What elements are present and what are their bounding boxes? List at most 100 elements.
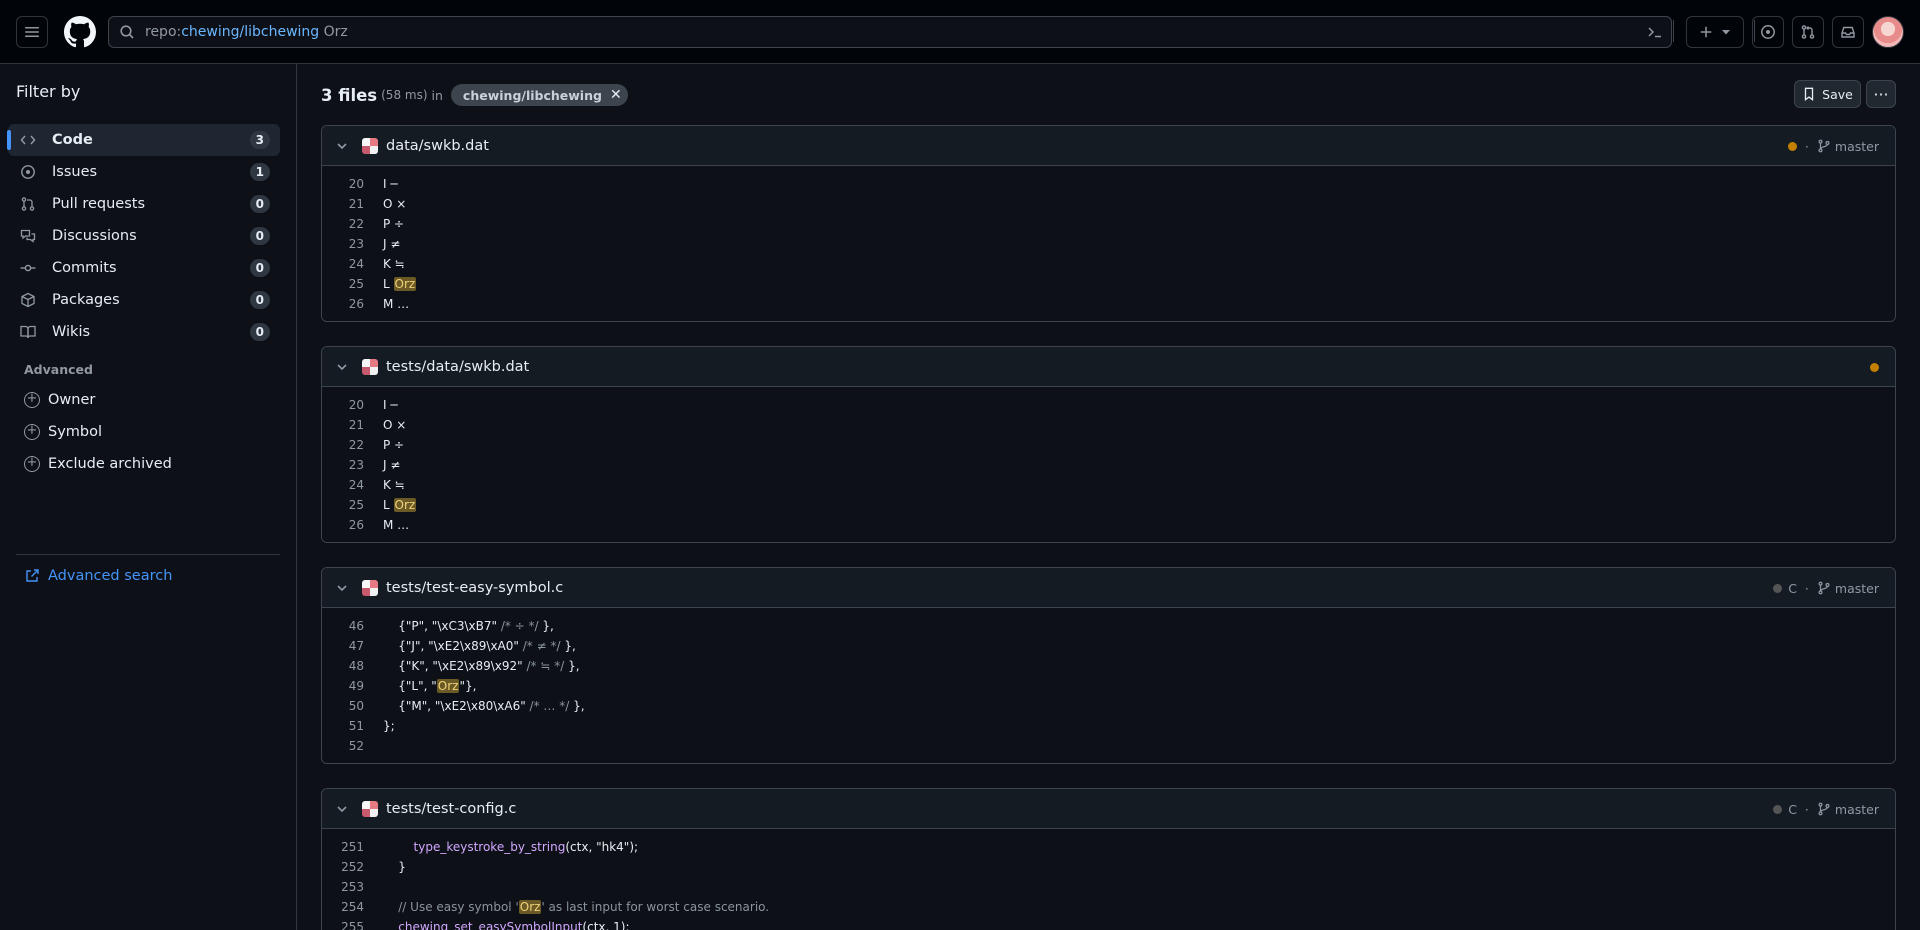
- code-line[interactable]: 22 P ÷: [322, 435, 1895, 455]
- line-number: 47: [348, 639, 364, 653]
- pull-request-icon: [1801, 25, 1815, 39]
- code-line[interactable]: 254 // Use easy symbol 'Orz' as last inp…: [322, 897, 1895, 917]
- line-number: 23: [348, 237, 364, 251]
- repo-avatar-icon: [362, 358, 378, 375]
- line-number: 251: [341, 840, 364, 854]
- code-line[interactable]: 24 K ≒: [322, 475, 1895, 495]
- code-line[interactable]: 51};: [322, 716, 1895, 736]
- separator-dot: ·: [1804, 580, 1809, 596]
- code-line[interactable]: 252 }: [322, 857, 1895, 877]
- code-line[interactable]: 23 J ≠: [322, 455, 1895, 475]
- search-query: repo:chewing/libchewing Orz: [145, 24, 348, 40]
- filter-title: Filter by: [16, 82, 81, 101]
- chevron-down-icon[interactable]: [334, 803, 350, 815]
- file-path-link[interactable]: tests/data/swkb.dat: [386, 359, 529, 375]
- avatar[interactable]: [1872, 16, 1904, 48]
- file-path-link[interactable]: tests/test-easy-symbol.c: [386, 580, 563, 596]
- close-icon[interactable]: ✕: [610, 87, 622, 103]
- count-badge: 1: [249, 163, 270, 181]
- create-new-button[interactable]: [1686, 16, 1744, 48]
- sidebar-item-label: Code: [52, 132, 93, 148]
- code-line[interactable]: 50 {"M", "\xE2\x80\xA6" /* … */ },: [322, 696, 1895, 716]
- search-icon: [120, 25, 134, 39]
- code-line[interactable]: 25 L Orz: [322, 274, 1895, 294]
- more-options-button[interactable]: ···: [1866, 80, 1896, 108]
- repo-avatar-icon: [362, 579, 378, 596]
- language-label: C: [1788, 801, 1797, 817]
- issue-icon: [1761, 25, 1775, 39]
- file-path-link[interactable]: data/swkb.dat: [386, 138, 489, 154]
- sidebar-item-wikis[interactable]: Wikis 0: [8, 316, 280, 348]
- add-owner-filter[interactable]: + Owner: [24, 388, 95, 412]
- code-line[interactable]: 23 J ≠: [322, 234, 1895, 254]
- line-number: 20: [348, 398, 364, 412]
- hamburger-icon: [25, 27, 39, 37]
- line-content: };: [383, 719, 395, 733]
- count-badge: 0: [249, 227, 270, 245]
- sidebar-item-code[interactable]: Code 3: [7, 124, 280, 156]
- chevron-down-icon[interactable]: [334, 140, 350, 152]
- link-external-icon: [26, 569, 39, 582]
- branch-label: master: [1817, 139, 1879, 154]
- chevron-down-icon[interactable]: [334, 361, 350, 373]
- count-badge: 0: [249, 259, 270, 277]
- code-line[interactable]: 20 I ─: [322, 174, 1895, 194]
- code-line[interactable]: 21 O ×: [322, 194, 1895, 214]
- search-input[interactable]: repo:chewing/libchewing Orz: [108, 16, 1672, 48]
- line-number: 24: [348, 257, 364, 271]
- line-content: P ÷: [383, 438, 405, 452]
- code-line[interactable]: 25 L Orz: [322, 495, 1895, 515]
- match-highlight: Orz: [436, 679, 460, 693]
- code-snippet: 46 {"P", "\xC3\xB7" /* ÷ */ }, 47 {"J", …: [322, 608, 1895, 763]
- language-label: C: [1788, 580, 1797, 596]
- issues-button[interactable]: [1752, 16, 1784, 48]
- result-card-header: tests/data/swkb.dat: [322, 347, 1895, 387]
- code-line[interactable]: 24 K ≒: [322, 254, 1895, 274]
- advanced-search-link[interactable]: Advanced search: [24, 568, 172, 584]
- sidebar-item-pull-requests[interactable]: Pull requests 0: [8, 188, 280, 220]
- sidebar-item-issues[interactable]: Issues 1: [8, 156, 280, 188]
- command-palette-button[interactable]: [1643, 20, 1667, 44]
- code-line[interactable]: 253: [322, 877, 1895, 897]
- add-exclude-archived-filter[interactable]: + Exclude archived: [24, 452, 172, 476]
- header-divider: [1673, 20, 1674, 42]
- code-line[interactable]: 49 {"L", "Orz"},: [322, 676, 1895, 696]
- save-label: Save: [1822, 86, 1853, 102]
- code-line[interactable]: 20 I ─: [322, 395, 1895, 415]
- line-number: 21: [348, 418, 364, 432]
- save-button[interactable]: Save: [1794, 80, 1861, 108]
- chevron-down-icon[interactable]: [334, 582, 350, 594]
- line-number: 25: [348, 277, 364, 291]
- line-number: 51: [348, 719, 364, 733]
- sidebar-item-commits[interactable]: Commits 0: [8, 252, 280, 284]
- sidebar-item-label: Issues: [52, 164, 98, 180]
- github-logo[interactable]: [64, 16, 96, 48]
- line-content: K ≒: [383, 478, 405, 492]
- add-symbol-filter[interactable]: + Symbol: [24, 420, 102, 444]
- file-path-link[interactable]: tests/test-config.c: [386, 801, 516, 817]
- code-line[interactable]: 251 type_keystroke_by_string(ctx, "hk4")…: [322, 837, 1895, 857]
- code-line[interactable]: 22 P ÷: [322, 214, 1895, 234]
- inbox-button[interactable]: [1832, 16, 1864, 48]
- code-line[interactable]: 47 {"J", "\xE2\x89\xA0" /* ≠ */ },: [322, 636, 1895, 656]
- sidebar-item-label: Pull requests: [52, 196, 146, 212]
- sidebar-item-discussions[interactable]: Discussions 0: [8, 220, 280, 252]
- code-line[interactable]: 21 O ×: [322, 415, 1895, 435]
- code-line[interactable]: 46 {"P", "\xC3\xB7" /* ÷ */ },: [322, 616, 1895, 636]
- hamburger-menu-button[interactable]: [16, 16, 48, 48]
- sidebar-item-packages[interactable]: Packages 0: [8, 284, 280, 316]
- language-dot: [1787, 141, 1797, 151]
- code-line[interactable]: 26 M …: [322, 294, 1895, 314]
- result-card-header: data/swkb.dat · master: [322, 126, 1895, 166]
- line-number: 46: [348, 619, 364, 633]
- code-line[interactable]: 255 chewing_set_easySymbolInput(ctx, 1);: [322, 917, 1895, 930]
- code-line[interactable]: 48 {"K", "\xE2\x89\x92" /* ≒ */ },: [322, 656, 1895, 676]
- result-card: tests/test-config.c C · master 251 type_…: [321, 788, 1896, 930]
- results-in-label: in: [431, 87, 443, 103]
- code-line[interactable]: 52: [322, 736, 1895, 756]
- count-badge: 3: [249, 131, 270, 149]
- filter-label: Symbol: [48, 424, 103, 440]
- results-count: 3 files: [321, 85, 378, 105]
- pull-requests-button[interactable]: [1792, 16, 1824, 48]
- code-line[interactable]: 26 M …: [322, 515, 1895, 535]
